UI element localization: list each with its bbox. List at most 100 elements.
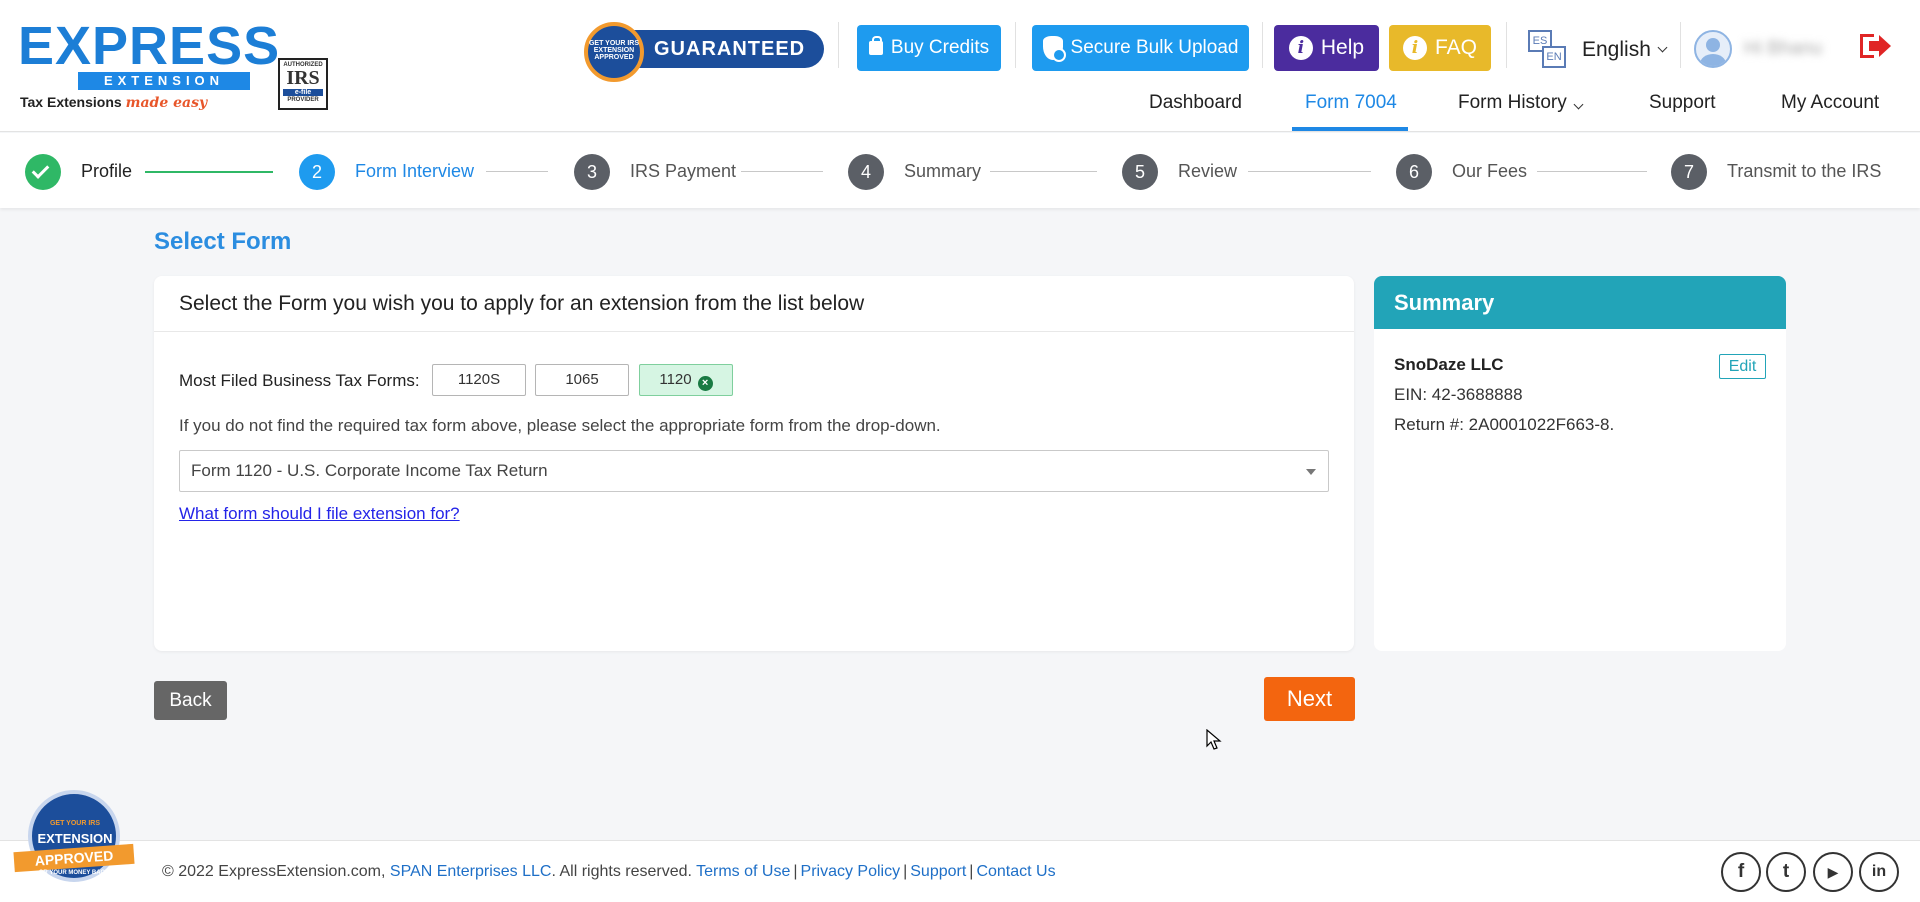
user-avatar-icon [1694, 30, 1732, 68]
summary-return-number: Return #: 2A0001022F663-8. [1394, 415, 1615, 434]
extension-approved-badge: GET YOUR IRS EXTENSION APPROVED OR YOUR … [10, 790, 138, 898]
select-form-card: Select the Form you wish you to apply fo… [154, 276, 1354, 651]
twitter-icon[interactable]: t [1766, 852, 1806, 892]
shield-upload-icon [1042, 36, 1066, 62]
form-option-1120s[interactable]: 1120S [432, 364, 526, 396]
info-icon: i [1402, 36, 1427, 60]
translate-icon: ES EN [1526, 28, 1568, 72]
step-connector [990, 171, 1097, 172]
guaranteed-seal: GET YOUR IRS EXTENSION APPROVED [584, 22, 644, 82]
step-7-circle: 7 [1671, 154, 1707, 190]
express-extension-logo[interactable]: EXPRESS EXTENSION Tax Extensions made eas… [18, 18, 279, 114]
form-option-1120-label: 1120 [659, 371, 692, 388]
step-irs-payment: IRS Payment [630, 161, 737, 181]
step-6-circle: 6 [1396, 154, 1432, 190]
logout-arrowhead-icon [1879, 35, 1891, 57]
buy-credits-label: Buy Credits [890, 37, 990, 58]
youtube-icon[interactable]: ▶ [1813, 852, 1853, 892]
footer-terms-link[interactable]: Terms of Use [696, 863, 790, 880]
step-profile[interactable]: Profile [81, 161, 132, 182]
logo-word: EXPRESS [18, 16, 281, 76]
shopping-bag-icon [868, 36, 883, 55]
secure-bulk-upload-label: Secure Bulk Upload [1070, 37, 1239, 58]
step-connector [1537, 171, 1647, 172]
irs-badge-line2: IRS [286, 67, 320, 89]
nav-active-indicator [1292, 127, 1408, 131]
step-connector [741, 171, 823, 172]
chevron-down-icon [1657, 42, 1668, 53]
secure-bulk-upload-button[interactable]: Secure Bulk Upload [1032, 25, 1249, 71]
logo-tag-script: made easy [125, 95, 208, 111]
footer-support-link[interactable]: Support [910, 863, 966, 880]
summary-edit-button[interactable]: Edit [1719, 354, 1766, 379]
facebook-icon[interactable]: f [1721, 852, 1761, 892]
step-connector [145, 171, 273, 173]
irs-efile-provider-badge: AUTHORIZED IRS e-file PROVIDER [278, 58, 328, 110]
form-option-1065[interactable]: 1065 [535, 364, 629, 396]
nav-dashboard[interactable]: Dashboard [1149, 92, 1242, 114]
faq-button[interactable]: i FAQ [1389, 25, 1491, 71]
step-connector [486, 171, 548, 172]
clear-selection-icon[interactable]: × [697, 376, 713, 391]
which-form-help-link[interactable]: What form should I file extension for? [179, 504, 460, 524]
badge-line3: OR YOUR MONEY BACK [38, 870, 110, 876]
logout-button[interactable] [1860, 32, 1892, 62]
divider [1680, 22, 1681, 68]
irs-badge-line3: e-file [283, 89, 323, 96]
user-menu[interactable]: Hi Bhanu [1694, 28, 1840, 70]
caret-down-icon [1306, 469, 1316, 475]
card-heading: Select the Form you wish you to apply fo… [154, 276, 1354, 332]
step-connector [1248, 171, 1371, 172]
help-label: Help [1320, 36, 1365, 59]
form-type-dropdown-value: Form 1120 - U.S. Corporate Income Tax Re… [191, 461, 548, 480]
summary-title: Summary [1374, 276, 1786, 329]
page-title: Select Form [154, 228, 292, 255]
nav-my-account[interactable]: My Account [1781, 92, 1879, 114]
step-1-complete-icon [25, 154, 61, 190]
info-icon: i [1288, 36, 1313, 60]
guaranteed-badge: GUARANTEED GET YOUR IRS EXTENSION APPROV… [584, 22, 826, 82]
summary-panel: Summary SnoDaze LLC Edit EIN: 42-3688888… [1374, 276, 1786, 651]
summary-company: SnoDaze LLC [1394, 355, 1504, 374]
step-our-fees: Our Fees [1452, 161, 1528, 181]
logo-tagline: Tax Extensions made easy [20, 94, 207, 111]
divider [1506, 22, 1507, 68]
footer-separator: | [969, 863, 974, 880]
step-transmit-to-irs: Transmit to the IRS [1727, 161, 1882, 181]
form-type-dropdown[interactable]: Form 1120 - U.S. Corporate Income Tax Re… [179, 450, 1329, 492]
badge-line2: EXTENSION [37, 831, 113, 846]
linkedin-icon[interactable]: in [1859, 852, 1899, 892]
step-2-circle: 2 [299, 154, 335, 190]
step-form-interview[interactable]: Form Interview [355, 161, 474, 182]
step-3-circle: 3 [574, 154, 610, 190]
logo-tag-text: Tax Extensions [20, 94, 122, 110]
divider [1262, 22, 1263, 68]
badge-line1: GET YOUR IRS [49, 820, 101, 827]
nav-support[interactable]: Support [1649, 92, 1716, 114]
next-button[interactable]: Next [1264, 677, 1355, 721]
step-4-circle: 4 [848, 154, 884, 190]
logo-band: EXTENSION [78, 72, 250, 90]
nav-form-history-label: Form History [1458, 92, 1567, 113]
footer-privacy-link[interactable]: Privacy Policy [801, 863, 901, 880]
divider [838, 22, 839, 68]
nav-form-history[interactable]: Form History [1458, 92, 1584, 114]
chevron-down-icon [1573, 99, 1584, 110]
lang-icon-en: EN [1542, 46, 1566, 68]
footer-company-link[interactable]: SPAN Enterprises LLC [390, 863, 552, 880]
form-option-1120[interactable]: 1120 × [639, 364, 733, 396]
footer: © 2022 ExpressExtension.com, SPAN Enterp… [0, 840, 1920, 902]
top-header: EXPRESS EXTENSION Tax Extensions made eas… [0, 0, 1920, 132]
guaranteed-label: GUARANTEED [624, 30, 824, 68]
language-selector[interactable]: ES EN English [1526, 26, 1672, 74]
help-button[interactable]: i Help [1274, 25, 1379, 71]
back-button[interactable]: Back [154, 681, 227, 720]
summary-ein: EIN: 42-3688888 [1394, 385, 1523, 404]
step-5-circle: 5 [1122, 154, 1158, 190]
nav-form-7004[interactable]: Form 7004 [1305, 92, 1397, 114]
footer-rights: . All rights reserved. [551, 863, 692, 880]
logo-wordmark: EXPRESS [18, 18, 280, 74]
username: Hi Bhanu [1744, 38, 1823, 59]
buy-credits-button[interactable]: Buy Credits [857, 25, 1001, 71]
footer-contact-link[interactable]: Contact Us [976, 863, 1055, 880]
